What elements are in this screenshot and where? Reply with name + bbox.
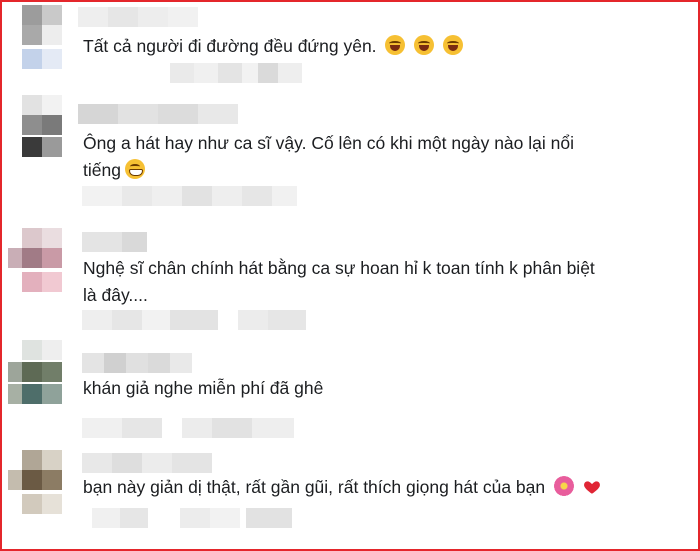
avatar[interactable] [8,450,68,520]
avatar[interactable] [8,228,68,294]
avatar[interactable] [8,340,68,406]
laughing-face-icon [443,35,464,55]
red-heart-icon [583,477,601,495]
grinning-face-icon [124,159,145,179]
comment-text-line: Ông a hát hay như ca sĩ vậy. Cố lên có k… [83,133,574,153]
comment-text-line: bạn này giản dị thật, rất gần gũi, rất t… [83,477,546,497]
comment-text-line: Nghệ sĩ chân chính hát bằng ca sự hoan h… [83,258,595,278]
flower-icon [554,476,575,496]
comment-text: bạn này giản dị thật, rất gần gũi, rất t… [83,474,623,501]
comment-text: khán giả nghe miễn phí đã ghê [83,375,623,402]
comment-text: Nghệ sĩ chân chính hát bằng ca sự hoan h… [83,255,623,309]
comment-text-line: là đây.... [83,285,148,305]
comment-text: Tất cả người đi đường đều đứng yên. [83,33,623,60]
avatar[interactable] [8,5,68,71]
laughing-face-icon [414,35,435,55]
comment-text-line: Tất cả người đi đường đều đứng yên. [83,36,377,56]
comment-text-line: khán giả nghe miễn phí đã ghê [83,378,324,398]
avatar[interactable] [8,95,68,159]
comment-text-line: tiếng [83,160,121,180]
laughing-face-icon [385,35,406,55]
comment-text: Ông a hát hay như ca sĩ vậy. Cố lên có k… [83,130,623,184]
